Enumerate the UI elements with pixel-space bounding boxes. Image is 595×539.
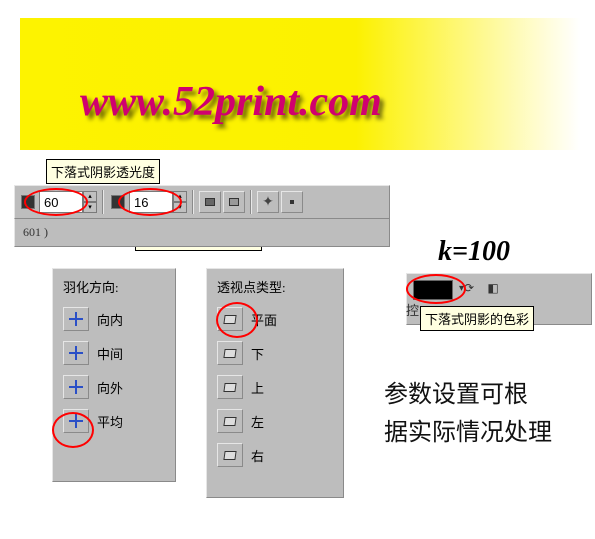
tool-button[interactable]: [199, 191, 221, 213]
feather-option-average[interactable]: 平均: [57, 406, 167, 436]
shadow-toolbar: ▴ ▾ ▴ ▾ ✦: [14, 185, 390, 219]
feather-option-outward[interactable]: 向外: [57, 372, 167, 402]
perspective-option-down[interactable]: 下: [211, 338, 335, 368]
option-icon-button[interactable]: [217, 375, 243, 399]
separator: [192, 190, 194, 214]
perspective-icon: [223, 417, 236, 426]
spinner-down-icon[interactable]: ▾: [173, 202, 187, 213]
option-icon-button[interactable]: [63, 409, 89, 433]
opacity-spinner[interactable]: ▴ ▾: [39, 191, 97, 213]
banner: www.52print.com: [20, 18, 580, 150]
swatch-icon[interactable]: [111, 195, 125, 209]
wand-icon: ✦: [262, 194, 274, 211]
toolbar-sub-row: 601 ): [14, 219, 390, 247]
square-icon: [205, 198, 215, 206]
option-label: 右: [251, 446, 264, 465]
option-icon-button[interactable]: [63, 341, 89, 365]
option-label: 下: [251, 344, 264, 363]
sub-value: 601 ): [23, 225, 48, 239]
tooltip-color: 下落式阴影的色彩: [420, 306, 534, 331]
perspective-type-panel: 透视点类型: 平面 下 上 左 右: [206, 268, 344, 498]
shadow-color-swatch[interactable]: [413, 280, 453, 300]
swatch-icon[interactable]: [21, 195, 35, 209]
perspective-option-left[interactable]: 左: [211, 406, 335, 436]
spinner-up-icon[interactable]: ▴: [173, 191, 187, 202]
dot-icon: [290, 200, 294, 204]
option-label: 左: [251, 412, 264, 431]
separator: [102, 190, 104, 214]
color-bar-label: 控: [406, 300, 419, 319]
tool-button[interactable]: [223, 191, 245, 213]
note-line-1: 参数设置可根: [384, 376, 552, 414]
square-icon: [229, 198, 239, 206]
perspective-icon: [223, 315, 236, 324]
perspective-option-flat[interactable]: 平面: [211, 304, 335, 334]
arrows-icon: [69, 346, 83, 360]
panel-title: 羽化方向:: [63, 277, 167, 296]
separator: [250, 190, 252, 214]
tooltip-opacity: 下落式阴影透光度: [46, 159, 160, 184]
spinner-down-icon[interactable]: ▾: [83, 202, 97, 213]
panel-title: 透视点类型:: [217, 277, 335, 296]
option-icon-button[interactable]: [217, 443, 243, 467]
perspective-option-up[interactable]: 上: [211, 372, 335, 402]
k-value-text: k=100: [438, 236, 510, 268]
feather-input[interactable]: [129, 191, 173, 213]
feather-direction-panel: 羽化方向: 向内 中间 向外 平均: [52, 268, 176, 482]
perspective-icon: [223, 349, 236, 358]
spinner-up-icon[interactable]: ▴: [83, 191, 97, 202]
option-label: 平均: [97, 412, 123, 431]
annotation-note: 参数设置可根 据实际情况处理: [384, 376, 552, 452]
feather-spinner[interactable]: ▴ ▾: [129, 191, 187, 213]
note-line-2: 据实际情况处理: [384, 414, 552, 452]
option-icon-button[interactable]: [217, 409, 243, 433]
tool-button[interactable]: ✦: [257, 191, 279, 213]
perspective-icon: [223, 383, 236, 392]
option-label: 中间: [97, 344, 123, 363]
arrows-icon: [69, 414, 83, 428]
mini-icon[interactable]: ◧: [485, 280, 501, 296]
option-icon-button[interactable]: [217, 307, 243, 331]
option-icon-button[interactable]: [63, 375, 89, 399]
tool-button[interactable]: [281, 191, 303, 213]
feather-option-middle[interactable]: 中间: [57, 338, 167, 368]
option-label: 上: [251, 378, 264, 397]
option-icon-button[interactable]: [217, 341, 243, 365]
opacity-input[interactable]: [39, 191, 83, 213]
perspective-icon: [223, 451, 236, 460]
option-label: 向外: [97, 378, 123, 397]
option-label: 向内: [97, 310, 123, 329]
banner-url: www.52print.com: [80, 78, 382, 126]
option-label: 平面: [251, 310, 277, 329]
feather-option-inward[interactable]: 向内: [57, 304, 167, 334]
arrows-icon: [69, 380, 83, 394]
option-icon-button[interactable]: [63, 307, 89, 331]
arrows-icon: [69, 312, 83, 326]
perspective-option-right[interactable]: 右: [211, 440, 335, 470]
